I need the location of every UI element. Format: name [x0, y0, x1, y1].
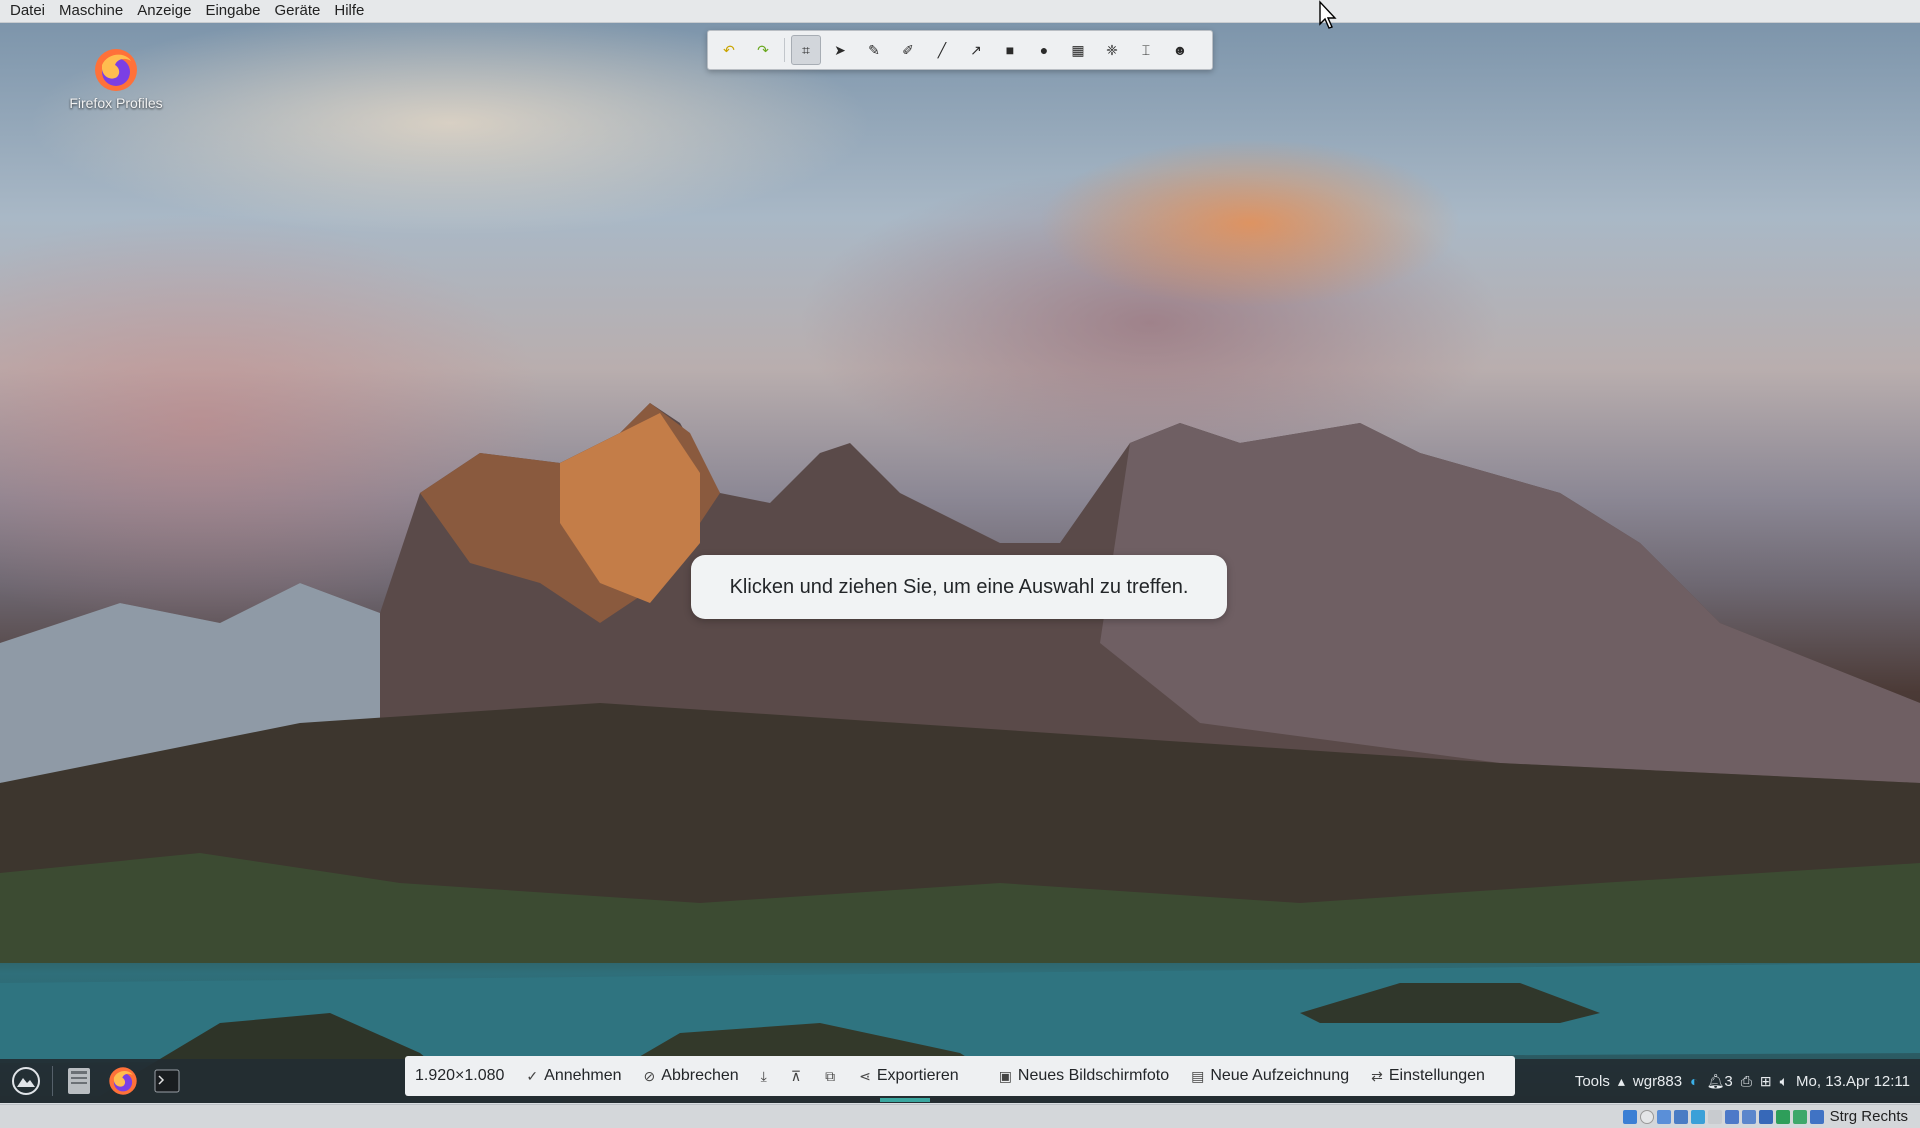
chevron-up-icon[interactable]: ▴: [1618, 1073, 1625, 1090]
recording-status-icon[interactable]: [1741, 1109, 1756, 1124]
settings-label: Einstellungen: [1388, 1067, 1485, 1084]
cancel-label: Abbrechen: [661, 1067, 739, 1084]
network-icon[interactable]: ⊞: [1760, 1073, 1772, 1090]
annotation-toolbar: ↶ ↷ ⌗ ➤ ✎ ✐ ╱ ↗ ■ ● ▦ ❈ ⌶ ☻: [707, 30, 1213, 70]
select-arrow-icon[interactable]: ➤: [825, 35, 855, 65]
line-icon[interactable]: ╱: [927, 35, 957, 65]
desktop-icon-firefox-profiles[interactable]: Firefox Profiles: [56, 47, 176, 111]
arrow-icon[interactable]: ↗: [961, 35, 991, 65]
screenshot-icon: ▣: [998, 1067, 1012, 1084]
vm-statusbar: Strg Rechts: [0, 1104, 1920, 1128]
network-adapter-icon[interactable]: [1673, 1109, 1688, 1124]
copy-button[interactable]: ⧉: [825, 1068, 841, 1085]
virtualization-icon[interactable]: [1775, 1109, 1790, 1124]
cancel-circle-icon: ⊘: [643, 1067, 656, 1084]
audio-icon[interactable]: [1656, 1109, 1671, 1124]
pin-button[interactable]: ⊼: [791, 1068, 807, 1085]
mouse-cursor-icon: [1319, 0, 1337, 29]
text-icon[interactable]: ⌶: [1131, 35, 1161, 65]
notification-count: 3: [1724, 1072, 1733, 1090]
shared-folder-icon[interactable]: [1707, 1109, 1722, 1124]
printer-icon[interactable]: ⎙: [1741, 1073, 1752, 1090]
new-screenshot-button[interactable]: ▣ Neues Bildschirmfoto: [999, 1067, 1169, 1085]
accept-label: Annehmen: [544, 1067, 622, 1084]
checkmark-icon: ✓: [526, 1067, 539, 1084]
menu-geraete[interactable]: Geräte: [268, 0, 328, 22]
mouse-integration-icon[interactable]: [1792, 1109, 1807, 1124]
display-icon[interactable]: [1724, 1109, 1739, 1124]
desktop-wallpaper[interactable]: Firefox Profiles Klicken und ziehen Sie,…: [0, 23, 1920, 1103]
freehand-pen-icon[interactable]: ✐: [893, 35, 923, 65]
usb-icon[interactable]: [1690, 1109, 1705, 1124]
desktop-icon-label: Firefox Profiles: [69, 95, 163, 111]
hard-disk-icon[interactable]: [1622, 1109, 1637, 1124]
menu-maschine[interactable]: Maschine: [52, 0, 130, 22]
sliders-icon: ⇄: [1371, 1067, 1383, 1084]
app-launcher-icon[interactable]: [8, 1063, 44, 1099]
system-tray: Tools ▴ wgr883 ◐ 🔔︎ 3 ⎙ ⊞ 🔈︎ Mo, 13.Apr …: [1567, 1059, 1910, 1103]
volume-icon[interactable]: 🔈︎: [1780, 1073, 1788, 1090]
export-button[interactable]: ⋖ Exportieren: [859, 1067, 959, 1085]
redo-icon[interactable]: ↷: [748, 35, 778, 65]
selection-size-label: 1.920×1.080: [415, 1067, 505, 1084]
new-recording-button[interactable]: ▤ Neue Aufzeichnung: [1191, 1067, 1349, 1085]
undo-icon[interactable]: ↶: [714, 35, 744, 65]
new-screenshot-label: Neues Bildschirmfoto: [1017, 1067, 1170, 1084]
tools-menu[interactable]: Tools: [1575, 1073, 1610, 1090]
accept-button[interactable]: ✓ Annehmen: [526, 1067, 621, 1085]
keyboard-capture-icon[interactable]: [1809, 1109, 1824, 1124]
file-manager-icon[interactable]: [61, 1063, 97, 1099]
recording-icon: ▤: [1191, 1067, 1205, 1084]
share-icon: ⋖: [859, 1067, 871, 1084]
update-status-icon[interactable]: ◐: [1690, 1073, 1698, 1089]
notification-bell-icon[interactable]: 🔔︎: [1707, 1073, 1725, 1090]
menu-datei[interactable]: Datei: [0, 0, 52, 22]
firefox-icon: [95, 49, 137, 91]
menu-hilfe[interactable]: Hilfe: [327, 0, 371, 22]
new-recording-label: Neue Aufzeichnung: [1210, 1067, 1350, 1084]
settings-button[interactable]: ⇄ Einstellungen: [1371, 1067, 1485, 1085]
highlighter-icon[interactable]: ✎: [859, 35, 889, 65]
save-button[interactable]: ⤓: [761, 1068, 773, 1085]
taskbar-active-indicator: [880, 1098, 930, 1102]
taskbar-separator: [52, 1066, 53, 1096]
blur-icon[interactable]: ❈: [1097, 35, 1127, 65]
terminal-icon[interactable]: [149, 1063, 185, 1099]
ellipse-icon[interactable]: ●: [1029, 35, 1059, 65]
crop-icon[interactable]: ⌗: [791, 35, 821, 65]
user-label[interactable]: wgr883: [1633, 1073, 1682, 1090]
sticker-icon[interactable]: ☻: [1165, 35, 1195, 65]
menu-eingabe[interactable]: Eingabe: [198, 0, 267, 22]
clock[interactable]: Mo, 13.Apr 12:11: [1796, 1073, 1910, 1090]
host-key-label: Strg Rechts: [1829, 1108, 1908, 1125]
export-label: Exportieren: [876, 1067, 959, 1084]
pixelate-icon[interactable]: ▦: [1063, 35, 1093, 65]
selection-hint-text: Klicken und ziehen Sie, um eine Auswahl …: [729, 575, 1189, 598]
menu-anzeige[interactable]: Anzeige: [130, 0, 198, 22]
optical-drive-icon[interactable]: [1639, 1109, 1654, 1124]
vm-menubar: Datei Maschine Anzeige Eingabe Geräte Hi…: [0, 0, 1920, 23]
firefox-taskbar-icon[interactable]: [105, 1063, 141, 1099]
selection-hint: Klicken und ziehen Sie, um eine Auswahl …: [691, 555, 1227, 619]
pin-icon: ⊼: [790, 1067, 802, 1084]
cancel-button[interactable]: ⊘ Abbrechen: [644, 1067, 739, 1085]
capture-action-bar: 1.920×1.080 ✓ Annehmen ⊘ Abbrechen ⤓ ⊼ ⧉ ⋖…: [405, 1056, 1515, 1096]
rectangle-icon[interactable]: ■: [995, 35, 1025, 65]
copy-icon: ⧉: [825, 1067, 836, 1084]
download-icon: ⤓: [760, 1067, 767, 1084]
toolbar-separator: [784, 38, 785, 62]
cpu-icon[interactable]: [1758, 1109, 1773, 1124]
